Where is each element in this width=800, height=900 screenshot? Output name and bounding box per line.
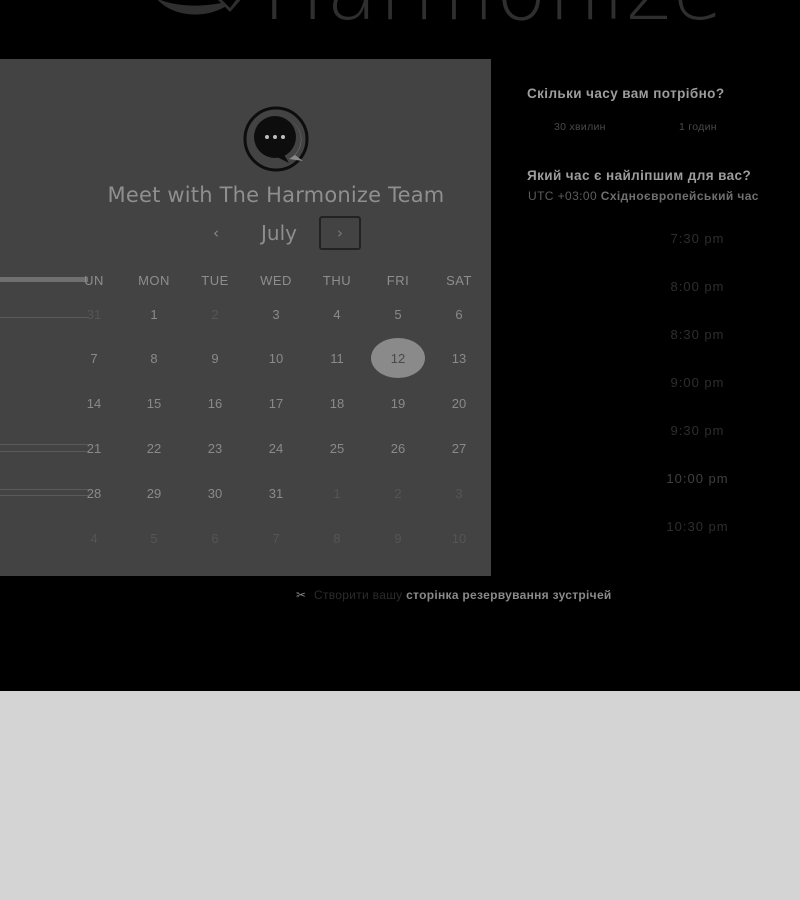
time-slot[interactable]: 8:30 pm bbox=[610, 327, 785, 342]
calendar-day: 3 bbox=[455, 485, 463, 501]
calendar-day[interactable]: 4 bbox=[310, 294, 364, 334]
weekday-header: TUE bbox=[201, 273, 229, 288]
calendar-day[interactable]: 15 bbox=[127, 383, 181, 423]
calendar-day-selected[interactable]: 12 bbox=[371, 338, 425, 378]
calendar-day[interactable]: 14 bbox=[67, 383, 121, 423]
calendar-day: 7 bbox=[272, 530, 280, 546]
calendar-day[interactable]: 3 bbox=[249, 294, 303, 334]
calendar-panel: Meet with The Harmonize Team ‹ July › UN… bbox=[0, 59, 491, 576]
calendar-day[interactable]: 10 bbox=[249, 338, 303, 378]
calendar-day[interactable]: 13 bbox=[432, 338, 486, 378]
scissors-icon: ✂ bbox=[296, 588, 307, 602]
duration-option-30min[interactable]: 30 хвилин bbox=[554, 121, 606, 133]
calendar-day: 9 bbox=[394, 530, 402, 546]
time-slot[interactable]: 10:30 pm bbox=[610, 519, 785, 534]
booking-page: Harmonize Meet with The Harmonize Team ‹ bbox=[0, 0, 800, 691]
timezone-selector[interactable]: UTC +03:00 Східноєвропейський час bbox=[528, 189, 759, 203]
calendar-day[interactable]: 29 bbox=[127, 473, 181, 513]
calendar-day: 31 bbox=[86, 306, 102, 322]
weekday-header: WED bbox=[260, 273, 292, 288]
calendar-day[interactable]: 19 bbox=[371, 383, 425, 423]
calendar-day: 6 bbox=[211, 530, 219, 546]
calendar-day[interactable]: 22 bbox=[127, 428, 181, 468]
calendar-day[interactable]: 16 bbox=[188, 383, 242, 423]
calendar-day[interactable]: 24 bbox=[249, 428, 303, 468]
weekday-header: MON bbox=[138, 273, 170, 288]
calendar-day[interactable]: 30 bbox=[188, 473, 242, 513]
time-slot[interactable]: 8:00 pm bbox=[610, 279, 785, 294]
calendar-day: 5 bbox=[150, 530, 158, 546]
calendar-day[interactable]: 11 bbox=[310, 338, 364, 378]
calendar-day[interactable]: 18 bbox=[310, 383, 364, 423]
brand-wordmark: Harmonize bbox=[262, 0, 724, 32]
duration-option-1h[interactable]: 1 годин bbox=[679, 121, 717, 133]
calendar-day[interactable]: 7 bbox=[67, 338, 121, 378]
footer-prefix: Створити вашу bbox=[314, 588, 403, 602]
timezone-offset: UTC +03:00 bbox=[528, 189, 598, 203]
calendar-day[interactable]: 28 bbox=[67, 473, 121, 513]
footer-link-text: сторінка резервування зустрічей bbox=[406, 588, 612, 602]
weekday-header: SAT bbox=[446, 273, 472, 288]
calendar-day[interactable]: 1 bbox=[127, 294, 181, 334]
calendar-day[interactable]: 6 bbox=[432, 294, 486, 334]
time-question: Який час є найліпшим для вас? bbox=[527, 168, 752, 183]
time-slot[interactable]: 9:00 pm bbox=[610, 375, 785, 390]
calendar-grid: UN MON TUE WED THU FRI SAT 31 1 2 3 4 5 6 7 8 9 10 11 12 13 1… bbox=[0, 59, 491, 576]
calendar-day: 10 bbox=[451, 530, 467, 546]
time-slot[interactable]: 10:00 pm bbox=[610, 471, 785, 486]
logo-icon bbox=[157, 0, 241, 15]
calendar-day[interactable]: 5 bbox=[371, 294, 425, 334]
calendar-day[interactable]: 25 bbox=[310, 428, 364, 468]
calendar-day[interactable]: 20 bbox=[432, 383, 486, 423]
calendar-day[interactable]: 23 bbox=[188, 428, 242, 468]
calendar-day[interactable]: 9 bbox=[188, 338, 242, 378]
footer-link[interactable]: ✂ Створити вашу сторінка резервування зус… bbox=[296, 588, 612, 602]
calendar-day[interactable]: 31 bbox=[249, 473, 303, 513]
calendar-day[interactable]: 27 bbox=[432, 428, 486, 468]
calendar-day: 4 bbox=[90, 530, 98, 546]
weekday-header: UN bbox=[84, 273, 104, 288]
calendar-day[interactable]: 2 bbox=[188, 294, 242, 334]
calendar-day: 1 bbox=[333, 485, 341, 501]
calendar-day: 2 bbox=[394, 485, 402, 501]
timezone-name: Східноєвропейський час bbox=[600, 189, 759, 203]
calendar-day[interactable]: 21 bbox=[67, 428, 121, 468]
time-slot[interactable]: 7:30 pm bbox=[610, 231, 785, 246]
calendar-day[interactable]: 26 bbox=[371, 428, 425, 468]
weekday-header: THU bbox=[322, 273, 352, 288]
calendar-day[interactable]: 8 bbox=[127, 338, 181, 378]
weekday-header: FRI bbox=[386, 273, 410, 288]
time-slot[interactable]: 9:30 pm bbox=[610, 423, 785, 438]
calendar-day: 8 bbox=[333, 530, 341, 546]
calendar-day[interactable]: 17 bbox=[249, 383, 303, 423]
duration-question: Скільки часу вам потрібно? bbox=[527, 86, 725, 101]
